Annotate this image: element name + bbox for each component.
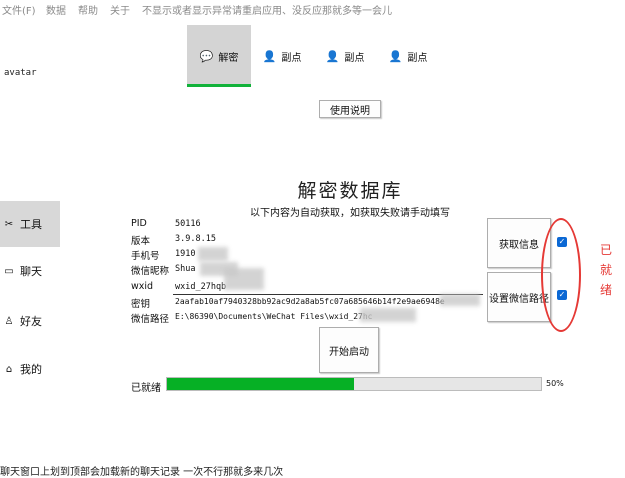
user-icon: 👤 (325, 49, 340, 63)
menu-notice: 不显示或者显示异常请重启应用、没反应那就多等一会儿 (142, 6, 392, 17)
field-label-version: 版本 (131, 236, 151, 247)
tools-icon: ✂ (4, 218, 14, 230)
sidebar-item-label: 聊天 (20, 265, 42, 278)
redaction-blur (198, 247, 228, 261)
start-button[interactable]: 开始启动 (319, 327, 379, 373)
path-value: E:\86390\Documents\WeChat Files\wxid_27h… (175, 312, 373, 321)
sidebar-item-label: 工具 (20, 218, 42, 231)
tab-side-3[interactable]: 👤 副点 (313, 25, 377, 87)
user-icon: 👤 (262, 49, 277, 63)
tab-label: 副点 (407, 52, 428, 64)
menu-about[interactable]: 关于 (110, 2, 130, 17)
sidebar-item-mine[interactable]: ⌂ 我的 (0, 346, 60, 392)
sidebar-item-label: 好友 (20, 315, 42, 328)
tab-label: 解密 (218, 52, 239, 64)
redaction-blur (224, 268, 264, 290)
menu-data[interactable]: 数据 (46, 2, 66, 17)
tab-label: 副点 (344, 52, 365, 64)
field-label-key: 密钥 (131, 299, 151, 310)
page-subtitle: 以下内容为自动获取，如获取失败请手动填写 (250, 208, 450, 219)
progress-bar (166, 377, 542, 391)
user-icon: 👤 (388, 49, 403, 63)
sidebar-item-label: 我的 (20, 363, 42, 376)
friends-icon: ♙ (4, 315, 14, 327)
tab-label: 副点 (281, 52, 302, 64)
phone-value: 1910 (175, 249, 196, 259)
menu-file[interactable]: 文件(F) (2, 2, 36, 17)
field-label-path: 微信路径 (131, 314, 170, 325)
ready-annotation: 已就绪 (600, 243, 613, 297)
chat-icon: ▭ (4, 265, 14, 277)
avatar[interactable]: avatar (4, 68, 37, 78)
status-label: 已就绪 (131, 383, 161, 394)
key-value: 2aafab10af7940328bb92ac9d2a8ab5fc07a6856… (175, 297, 445, 306)
field-label-nickname: 微信昵称 (131, 266, 170, 277)
field-label-phone: 手机号 (131, 251, 160, 262)
tab-decrypt[interactable]: 💬 解密 (187, 25, 251, 87)
tab-side-4[interactable]: 👤 副点 (376, 25, 440, 87)
wxid-value: wxid_27hqb (175, 282, 227, 292)
field-label-wxid: wxid (131, 281, 154, 292)
redaction-blur (440, 294, 480, 306)
menu-help[interactable]: 帮助 (78, 2, 98, 17)
menu-bar: 文件(F) 数据 帮助 关于 不显示或者显示异常请重启应用、没反应那就多等一会儿 (0, 0, 625, 17)
sidebar-item-tools[interactable]: ✂ 工具 (0, 201, 60, 247)
progress-fill (167, 378, 354, 390)
sidebar-item-chat[interactable]: ▭ 聊天 (0, 248, 60, 294)
version-value: 3.9.8.15 (175, 234, 216, 244)
progress-percent: 50% (546, 379, 564, 388)
page-title: 解密数据库 (297, 180, 403, 202)
redaction-blur (360, 308, 416, 322)
chat-bubble-icon: 💬 (199, 49, 214, 63)
annotation-ellipse (541, 218, 581, 332)
tab-side-2[interactable]: 👤 副点 (250, 25, 314, 87)
field-label-pid: PID (131, 218, 147, 229)
pid-value: 50116 (175, 219, 201, 229)
sidebar-item-friends[interactable]: ♙ 好友 (0, 298, 60, 344)
home-icon: ⌂ (5, 363, 13, 375)
tab-selected-indicator (187, 84, 251, 87)
nickname-value: Shua (175, 264, 196, 274)
help-button[interactable]: 使用说明 (319, 100, 381, 118)
